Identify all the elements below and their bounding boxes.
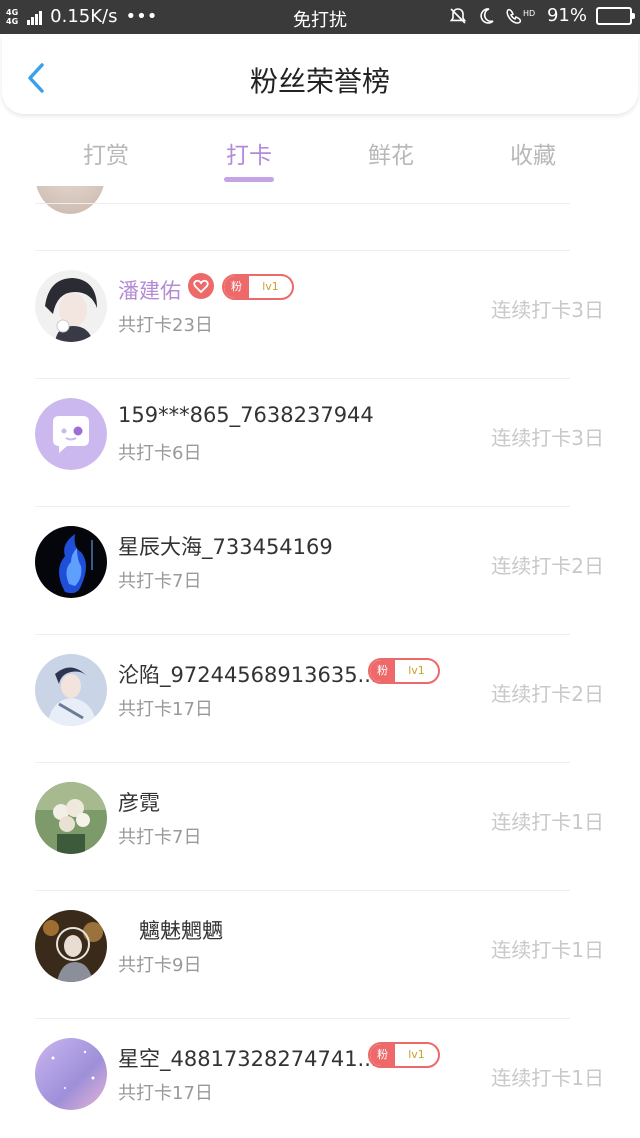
status-bar: 4G 4G 0.15K/s ••• 免打扰 HD 91%	[0, 0, 640, 34]
avatar	[35, 782, 107, 854]
list-item[interactable]: 魑魅魍魉 共打卡9日 连续打卡1日	[0, 890, 640, 1018]
badge-fan-label: 粉	[370, 660, 395, 682]
tab-bar: 打赏 打卡 鲜花 收藏	[0, 130, 640, 186]
fan-level-badge: 粉 lv1	[368, 658, 440, 684]
status-right: HD 91%	[448, 5, 635, 26]
badge-fan-label: 粉	[224, 276, 249, 298]
tab-flowers[interactable]: 鲜花	[331, 136, 451, 170]
page-title: 粉丝荣誉榜	[249, 65, 390, 98]
nav-header: 粉丝荣誉榜	[2, 36, 638, 114]
fan-ranking-list: 潘建佑 粉 lv1 共打卡23日 连续打卡3日 159***865_763823…	[0, 186, 640, 1138]
user-name: 潘建佑	[118, 279, 181, 303]
avatar	[35, 526, 107, 598]
list-item[interactable]: 潘建佑 粉 lv1 共打卡23日 连续打卡3日	[0, 250, 640, 378]
moon-icon	[480, 7, 494, 24]
back-button[interactable]	[22, 60, 52, 96]
divider	[35, 203, 570, 204]
tab-reward[interactable]: 打赏	[46, 136, 166, 170]
tab-favorites[interactable]: 收藏	[473, 136, 593, 170]
user-name: 星辰大海_733454169	[118, 535, 333, 559]
active-tab-indicator	[224, 177, 274, 182]
list-item[interactable]: 沦陷_97244568913635... 粉 lv1 共打卡17日 连续打卡2日	[0, 634, 640, 762]
total-checkins: 共打卡6日	[118, 443, 202, 464]
list-item[interactable]: 彦霓 共打卡7日 连续打卡1日	[0, 762, 640, 890]
bell-off-icon	[449, 7, 467, 24]
total-checkins: 共打卡7日	[118, 827, 202, 848]
fan-level-badge: 粉 lv1	[222, 274, 294, 300]
streak-days: 连续打卡1日	[491, 938, 604, 962]
avatar-partial	[35, 186, 105, 214]
battery-percent: 91%	[546, 5, 587, 26]
chevron-left-icon	[28, 63, 44, 93]
user-name: 魑魅魍魉	[118, 919, 223, 943]
list-item[interactable]: 星空_48817328274741... 粉 lv1 共打卡17日 连续打卡1日	[0, 1018, 640, 1138]
network-type: 4G 4G	[6, 8, 18, 26]
tab-checkin[interactable]: 打卡	[189, 136, 309, 170]
fan-level-badge: 粉 lv1	[368, 1042, 440, 1068]
badge-level: lv1	[262, 280, 279, 293]
badge-fan-label: 粉	[370, 1044, 395, 1066]
streak-days: 连续打卡2日	[491, 554, 604, 578]
streak-days: 连续打卡1日	[491, 1066, 604, 1090]
total-checkins: 共打卡17日	[118, 699, 213, 720]
signal-icon	[27, 9, 43, 25]
list-item[interactable]: 159***865_7638237944 共打卡6日 连续打卡3日	[0, 378, 640, 506]
user-name: 159***865_7638237944	[118, 403, 374, 427]
hd-label: HD	[523, 9, 535, 18]
list-item[interactable]: 星辰大海_733454169 共打卡7日 连续打卡2日	[0, 506, 640, 634]
do-not-disturb-label: 免打扰	[293, 10, 347, 31]
hd-call-icon: HD	[506, 8, 535, 24]
avatar	[35, 654, 107, 726]
network-type-top: 4G	[6, 7, 19, 17]
network-speed: 0.15K/s	[50, 6, 118, 27]
streak-days: 连续打卡3日	[491, 298, 604, 322]
avatar	[35, 910, 107, 982]
streak-days: 连续打卡1日	[491, 810, 604, 834]
user-name: 星空_48817328274741...	[118, 1047, 378, 1071]
streak-days: 连续打卡3日	[491, 426, 604, 450]
badge-level: lv1	[408, 1048, 425, 1061]
battery-icon	[596, 6, 635, 25]
user-name: 沦陷_97244568913635...	[118, 663, 378, 687]
status-left: 4G 4G 0.15K/s •••	[6, 6, 157, 27]
avatar	[35, 1038, 107, 1110]
heart-icon	[188, 273, 214, 299]
total-checkins: 共打卡7日	[118, 571, 202, 592]
total-checkins: 共打卡23日	[118, 315, 213, 336]
user-name: 彦霓	[118, 791, 160, 815]
streak-days: 连续打卡2日	[491, 682, 604, 706]
badge-level: lv1	[408, 664, 425, 677]
default-avatar-icon	[35, 398, 107, 470]
network-type-bottom: 4G	[6, 16, 19, 26]
avatar	[35, 270, 107, 342]
total-checkins: 共打卡9日	[118, 955, 202, 976]
total-checkins: 共打卡17日	[118, 1083, 213, 1104]
more-notifications-icon: •••	[125, 6, 158, 27]
